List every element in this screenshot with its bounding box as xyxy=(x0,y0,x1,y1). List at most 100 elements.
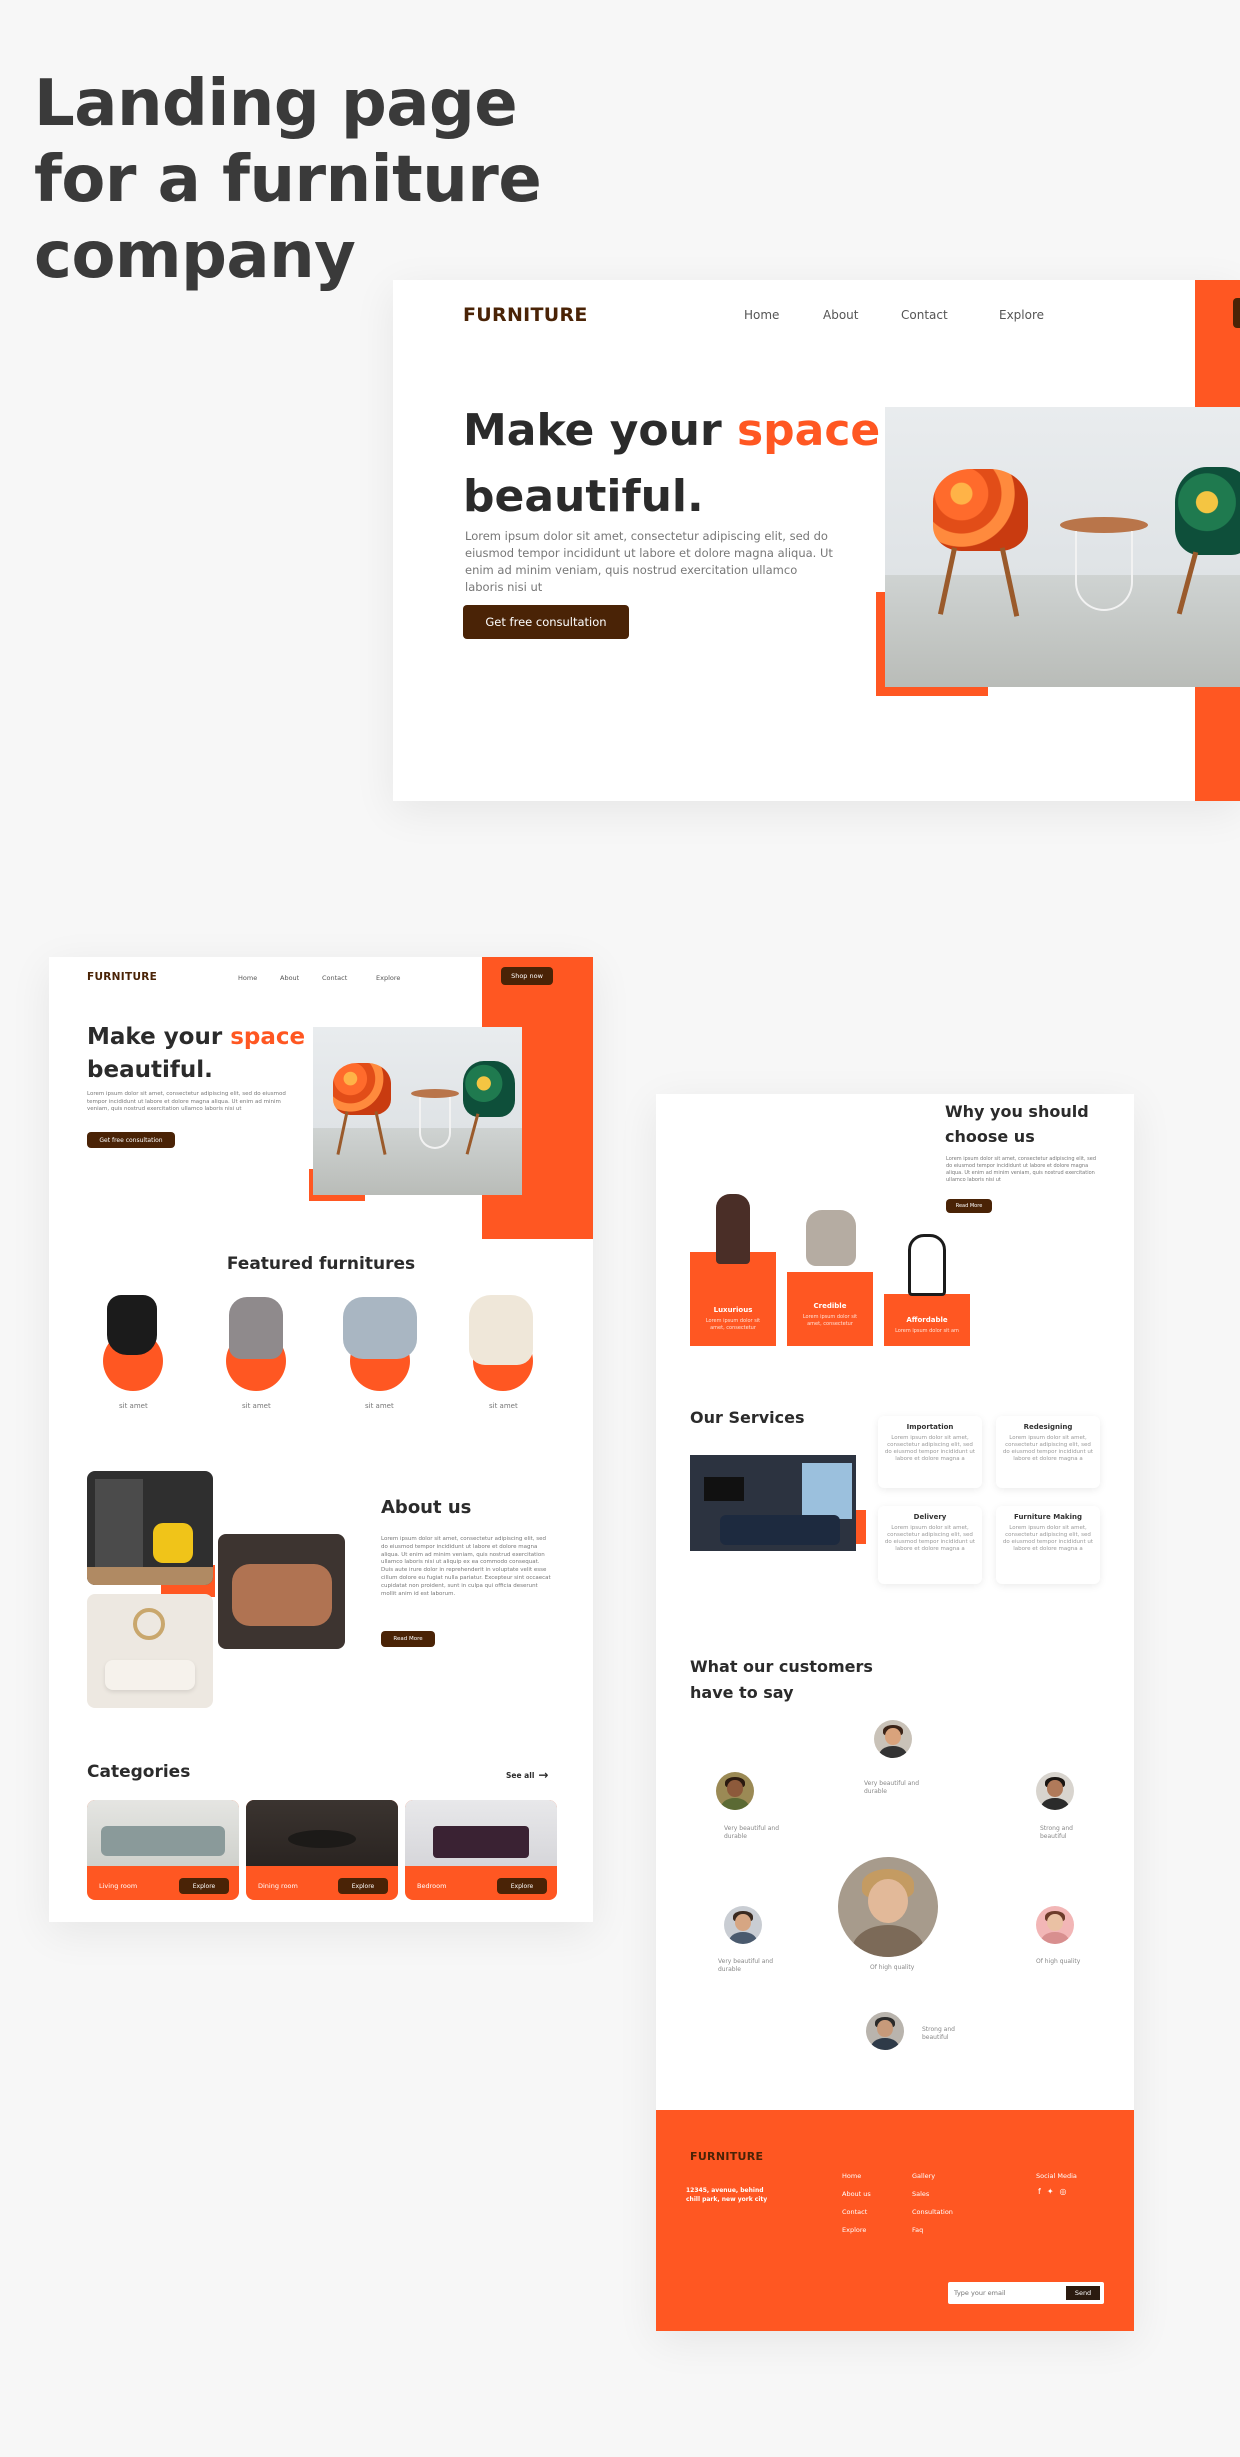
send-button[interactable]: Send xyxy=(1066,2286,1100,2300)
service-title: Redesigning xyxy=(1023,1423,1073,1431)
get-consultation-button-small[interactable]: Get free consultation xyxy=(87,1132,175,1148)
office-chair-image xyxy=(806,1210,856,1266)
social-icons: f ✦ ◎ xyxy=(1038,2187,1067,2196)
feature-card-credible: Credible Lorem ipsum dolor sit amet, con… xyxy=(787,1272,873,1346)
explore-button[interactable]: Explore xyxy=(497,1878,547,1894)
dining-chair-image xyxy=(716,1194,750,1264)
service-text: Lorem ipsum dolor sit amet, consectetur … xyxy=(1002,1435,1094,1462)
hero-large-frame: FURNITURE Home About Contact Explore Mak… xyxy=(393,280,1240,801)
service-text: Lorem ipsum dolor sit amet, consectetur … xyxy=(884,1435,976,1462)
nav-explore[interactable]: Explore xyxy=(999,308,1044,322)
testimonial-text: Very beautiful and durable xyxy=(718,1958,774,1973)
featured-label: sit amet xyxy=(242,1402,271,1410)
feature-text: Lorem ipsum dolor sit amet, consectetur xyxy=(705,1318,761,1331)
feature-title: Affordable xyxy=(906,1316,948,1324)
shop-now-button-partial[interactable] xyxy=(1233,298,1240,328)
category-card-bedroom[interactable]: Bedroom Explore xyxy=(405,1800,557,1900)
armchair-image xyxy=(343,1297,417,1359)
why-body: Lorem ipsum dolor sit amet, consectetur … xyxy=(946,1156,1096,1183)
nav-about-small[interactable]: About xyxy=(280,974,299,982)
about-photo-2 xyxy=(218,1534,345,1649)
why-read-more-button[interactable]: Read More xyxy=(946,1199,992,1213)
customer-avatar xyxy=(1036,1906,1074,1944)
footer-link-about[interactable]: About us xyxy=(842,2190,871,2198)
hero-photo-small xyxy=(313,1027,522,1195)
footer: FURNITURE 12345, avenue, behind chill pa… xyxy=(656,2110,1134,2331)
nav-contact[interactable]: Contact xyxy=(901,308,948,322)
email-input[interactable] xyxy=(954,2286,1054,2300)
about-photo-3 xyxy=(87,1594,213,1708)
service-card-redesigning[interactable]: Redesigning Lorem ipsum dolor sit amet, … xyxy=(996,1416,1100,1488)
get-consultation-button[interactable]: Get free consultation xyxy=(463,605,629,639)
hero-headline: Make your space beautiful. xyxy=(463,405,881,522)
testimonial-text: Strong and beautiful xyxy=(922,2026,955,2041)
footer-link-sales[interactable]: Sales xyxy=(912,2190,929,2198)
footer-address: 12345, avenue, behind chill park, new yo… xyxy=(686,2187,768,2203)
explore-button[interactable]: Explore xyxy=(338,1878,388,1894)
testimonial-text: Very beautiful and durable xyxy=(864,1780,920,1795)
category-card-dining[interactable]: Dining room Explore xyxy=(246,1800,398,1900)
white-chair-image xyxy=(469,1295,533,1365)
twitter-icon[interactable]: ✦ xyxy=(1047,2187,1054,2196)
brand-logo[interactable]: FURNITURE xyxy=(463,304,588,326)
category-label: Bedroom xyxy=(417,1882,447,1890)
wire-chair-image xyxy=(908,1234,946,1296)
customer-avatar xyxy=(874,1720,912,1758)
black-chair-image xyxy=(107,1295,157,1355)
featured-label: sit amet xyxy=(365,1402,394,1410)
featured-label: sit amet xyxy=(119,1402,148,1410)
nav-about[interactable]: About xyxy=(823,308,858,322)
brand-logo-small[interactable]: FURNITURE xyxy=(87,971,157,983)
service-card-importation[interactable]: Importation Lorem ipsum dolor sit amet, … xyxy=(878,1416,982,1488)
feature-title: Credible xyxy=(813,1302,847,1310)
footer-link-contact[interactable]: Contact xyxy=(842,2208,867,2216)
social-media-title: Social Media xyxy=(1036,2172,1077,2180)
grey-chair-image xyxy=(229,1297,283,1359)
feature-card-luxurious: Luxurious Lorem ipsum dolor sit amet, co… xyxy=(690,1252,776,1346)
footer-brand[interactable]: FURNITURE xyxy=(690,2150,763,2163)
nav-home[interactable]: Home xyxy=(744,308,779,322)
customer-avatar-featured xyxy=(838,1857,938,1957)
about-body: Lorem ipsum dolor sit amet, consectetur … xyxy=(381,1536,551,1597)
nav-contact-small[interactable]: Contact xyxy=(322,974,347,982)
categories-title: Categories xyxy=(87,1762,191,1782)
service-card-furniture-making[interactable]: Furniture Making Lorem ipsum dolor sit a… xyxy=(996,1506,1100,1584)
service-card-delivery[interactable]: Delivery Lorem ipsum dolor sit amet, con… xyxy=(878,1506,982,1584)
footer-link-consultation[interactable]: Consultation xyxy=(912,2208,953,2216)
footer-link-faq[interactable]: Faq xyxy=(912,2226,923,2234)
about-photo-1 xyxy=(87,1471,213,1585)
nav-explore-small[interactable]: Explore xyxy=(376,974,400,982)
customer-avatar xyxy=(1036,1772,1074,1810)
right-page-frame: Why you should choose us Lorem ipsum dolo… xyxy=(656,1094,1134,2331)
facebook-icon[interactable]: f xyxy=(1038,2187,1041,2196)
footer-link-home[interactable]: Home xyxy=(842,2172,861,2180)
service-text: Lorem ipsum dolor sit amet, consectetur … xyxy=(1002,1525,1094,1552)
featured-label: sit amet xyxy=(489,1402,518,1410)
instagram-icon[interactable]: ◎ xyxy=(1060,2187,1067,2196)
about-read-more-button[interactable]: Read More xyxy=(381,1631,435,1647)
service-text: Lorem ipsum dolor sit amet, consectetur … xyxy=(884,1525,976,1552)
feature-title: Luxurious xyxy=(713,1306,753,1314)
footer-link-gallery[interactable]: Gallery xyxy=(912,2172,935,2180)
service-title: Furniture Making xyxy=(1014,1513,1082,1521)
explore-button[interactable]: Explore xyxy=(179,1878,229,1894)
email-subscribe-form: Send xyxy=(948,2282,1104,2304)
shop-now-button[interactable]: Shop now xyxy=(501,967,553,985)
featured-title: Featured furnitures xyxy=(226,1254,416,1274)
hero-body-small: Lorem ipsum dolor sit amet, consectetur … xyxy=(87,1091,286,1112)
why-title: Why you should choose us xyxy=(945,1102,1089,1146)
footer-link-explore[interactable]: Explore xyxy=(842,2226,866,2234)
arrow-right-icon: → xyxy=(538,1768,549,1782)
left-page-frame: FURNITURE Home About Contact Explore Sho… xyxy=(49,957,593,1922)
hero-photo xyxy=(885,407,1240,687)
testimonial-text: Of high quality xyxy=(1036,1958,1081,1965)
see-all-link[interactable]: See all → xyxy=(506,1768,548,1782)
service-title: Importation xyxy=(906,1423,954,1431)
hero-body: Lorem ipsum dolor sit amet, consectetur … xyxy=(465,529,833,594)
category-label: Living room xyxy=(99,1882,138,1890)
testimonial-text: Of high quality xyxy=(870,1964,915,1971)
nav-home-small[interactable]: Home xyxy=(238,974,257,982)
services-photo xyxy=(690,1455,856,1551)
category-card-living[interactable]: Living room Explore xyxy=(87,1800,239,1900)
feature-card-affordable: Affordable Lorem ipsum dolor sit am xyxy=(884,1294,970,1346)
